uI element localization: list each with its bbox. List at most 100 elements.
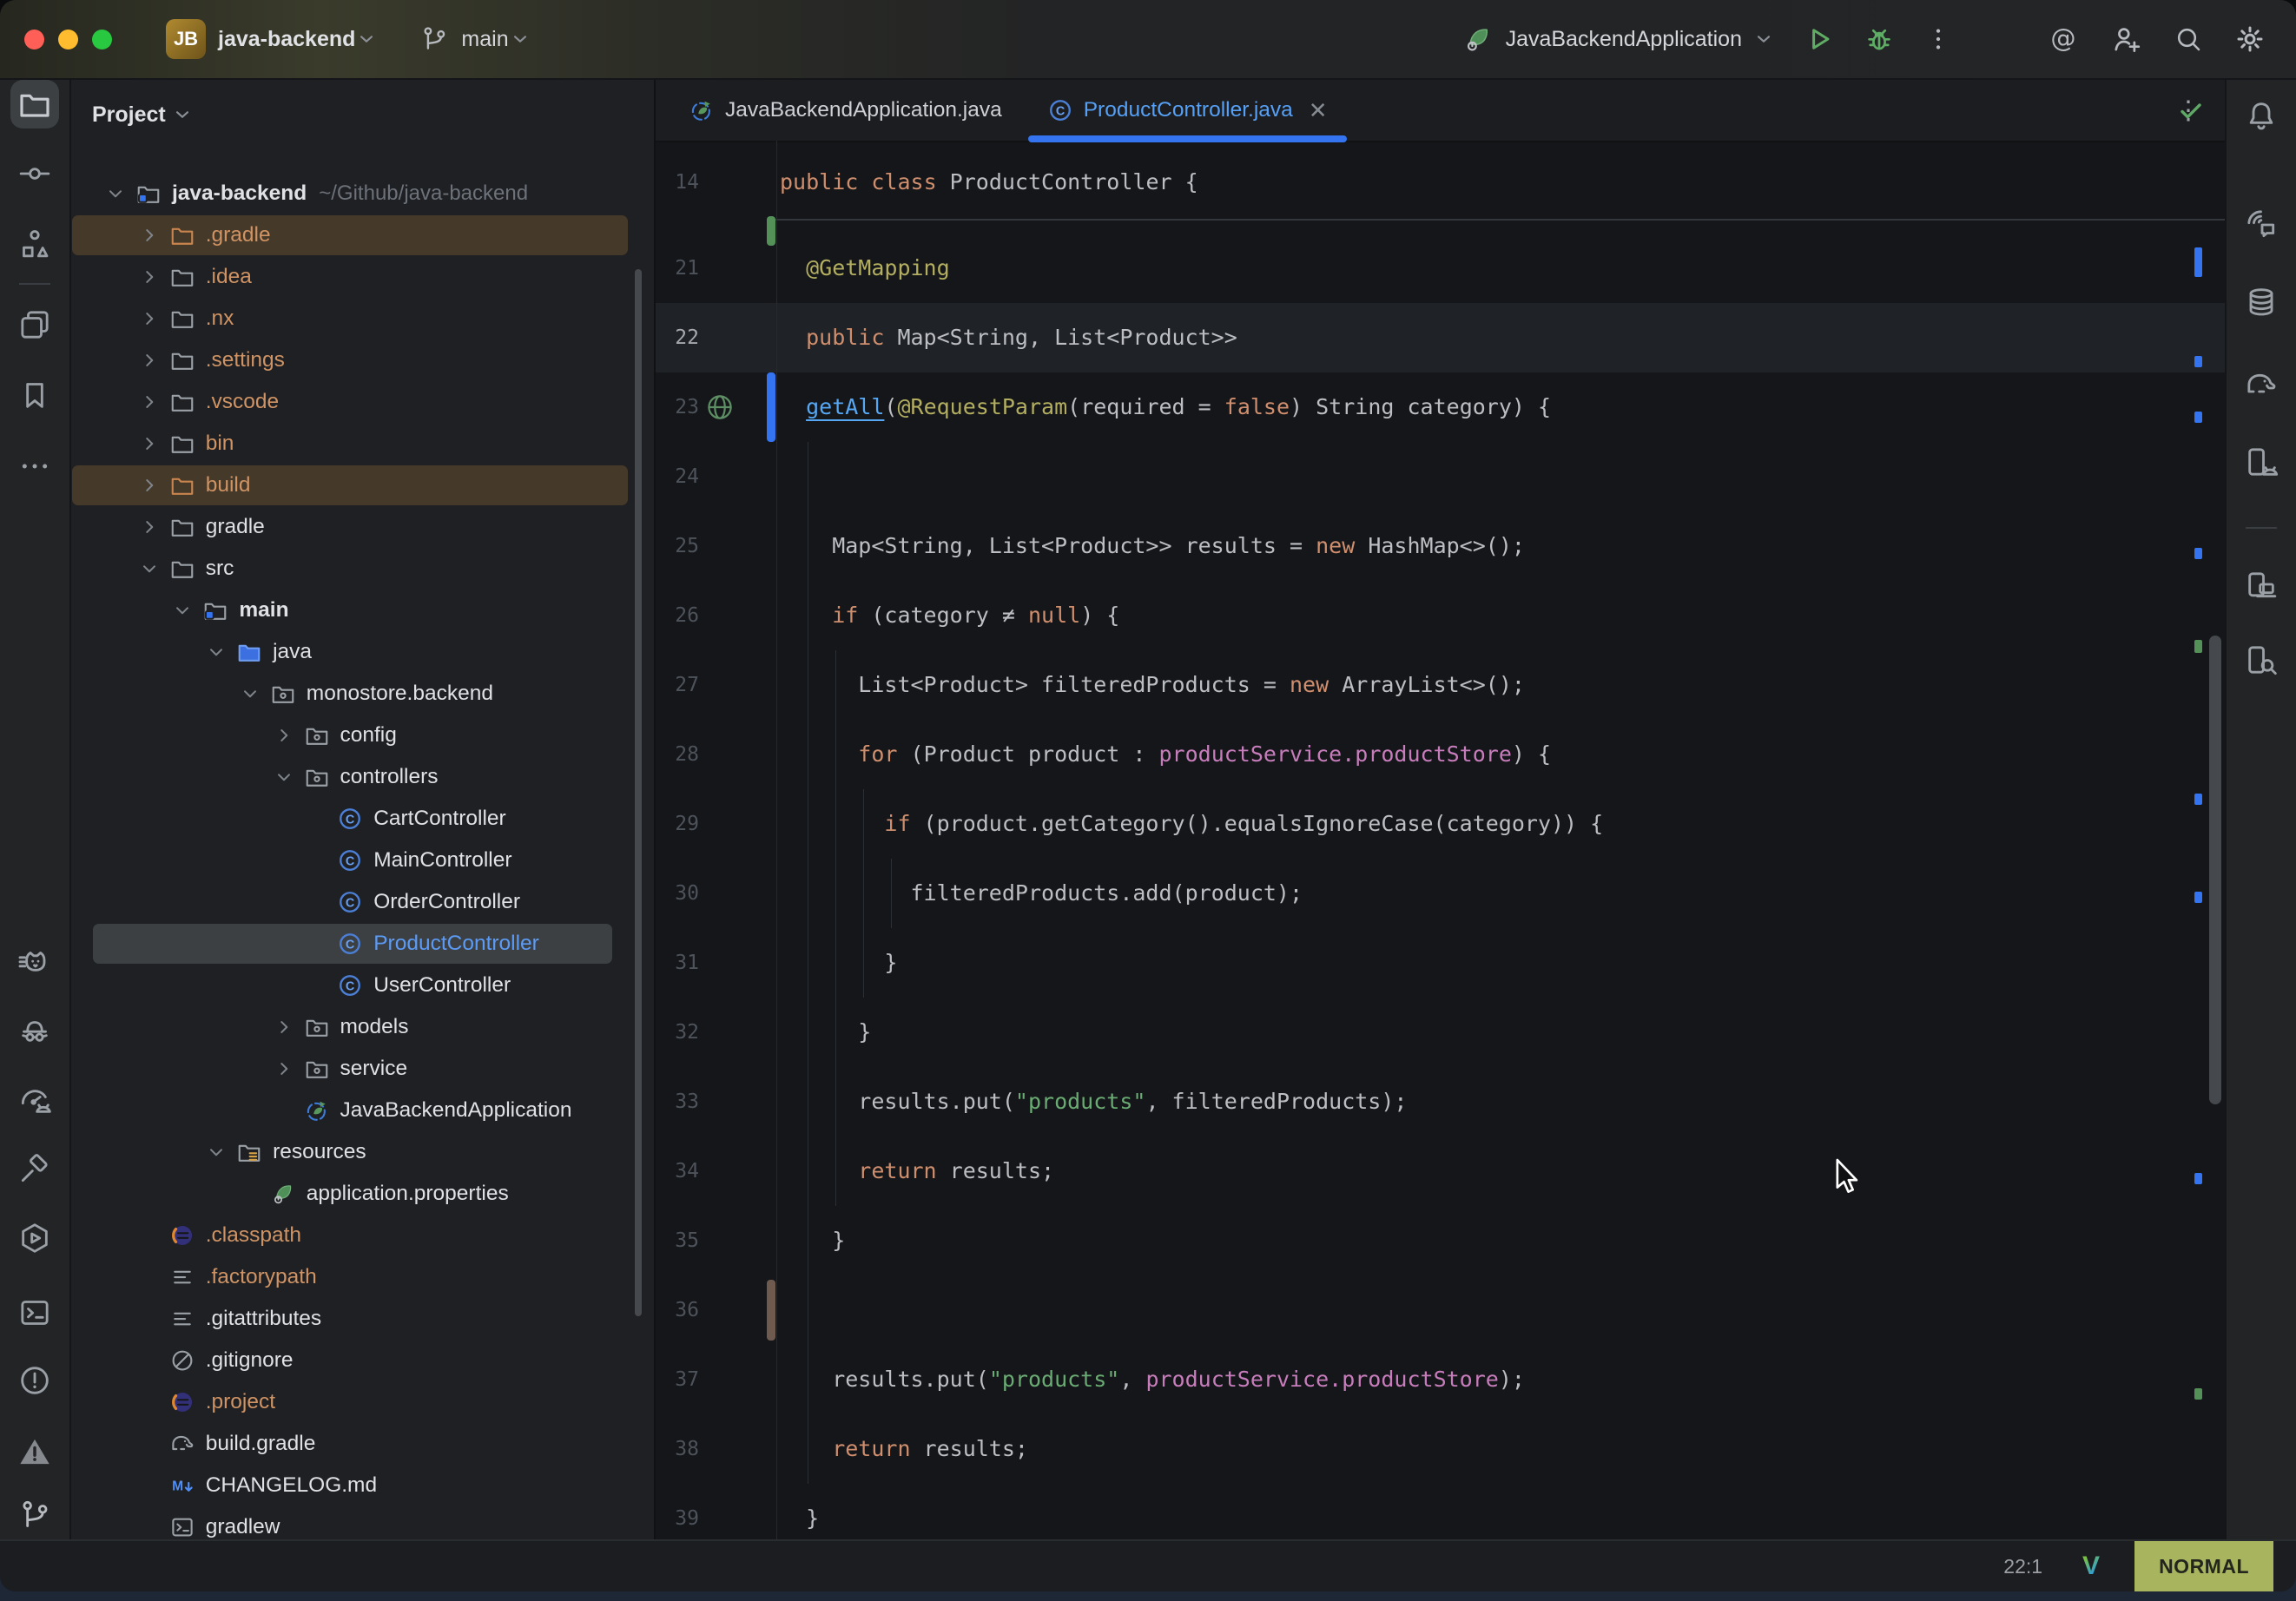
gradle-elephant-icon[interactable] xyxy=(2237,360,2286,409)
tree-chevron-closed-icon[interactable] xyxy=(138,474,161,497)
code-line-37[interactable]: 37results.put("products", productService… xyxy=(656,1345,2225,1414)
terminal-icon[interactable] xyxy=(10,1288,59,1337)
run-configuration[interactable]: JavaBackendApplication xyxy=(1462,23,1775,55)
tree-item--gradle[interactable]: .gradle xyxy=(71,214,654,256)
editor-surface[interactable]: 14public class ProductController {21@Get… xyxy=(656,141,2225,1541)
tree-item--settings[interactable]: .settings xyxy=(71,339,654,381)
code-line-14[interactable]: 14public class ProductController { xyxy=(656,148,2225,217)
line-number[interactable]: 22 xyxy=(656,303,699,372)
tree-item-maincontroller[interactable]: CMainController xyxy=(71,840,654,881)
project-panel-title[interactable]: Project xyxy=(92,102,166,128)
line-number[interactable]: 25 xyxy=(656,511,699,581)
tree-chevron-open-icon[interactable] xyxy=(138,557,161,580)
device-explorer-icon[interactable] xyxy=(2237,636,2286,684)
tree-item-gradle[interactable]: gradle xyxy=(71,506,654,548)
code-line-26[interactable]: 26if (category ≠ null) { xyxy=(656,581,2225,650)
tree-chevron-closed-icon[interactable] xyxy=(138,266,161,288)
tree-chevron-open-icon[interactable] xyxy=(273,766,295,788)
code-line-27[interactable]: 27List<Product> filteredProducts = new A… xyxy=(656,650,2225,720)
stripe-mark-blue[interactable] xyxy=(2194,892,2202,903)
line-number[interactable]: 31 xyxy=(656,928,699,998)
tree-item-java[interactable]: java xyxy=(71,631,654,673)
project-avatar[interactable]: JB xyxy=(166,19,206,59)
device-manager-icon[interactable] xyxy=(2237,562,2286,610)
code-line-34[interactable]: 34return results; xyxy=(656,1137,2225,1206)
git-branch-icon[interactable] xyxy=(10,1491,59,1539)
tree-item-java-backend[interactable]: java-backend~/Github/java-backend xyxy=(71,173,654,214)
tree-item-javabackendapplication[interactable]: JavaBackendApplication xyxy=(71,1090,654,1131)
line-number[interactable]: 39 xyxy=(656,1484,699,1541)
ai-assistant-chat-icon[interactable] xyxy=(2237,200,2286,248)
code-line-22[interactable]: 22public Map<String, List<Product>> xyxy=(656,303,2225,372)
more-actions-button[interactable] xyxy=(1924,25,1952,53)
warning-triangle-icon[interactable] xyxy=(10,1427,59,1476)
stripe-mark-green[interactable] xyxy=(2194,640,2202,653)
zoom-window-button[interactable] xyxy=(92,30,112,49)
services-hexagon-icon[interactable] xyxy=(10,1214,59,1262)
add-user-button[interactable] xyxy=(2110,23,2143,56)
frames-icon[interactable] xyxy=(10,300,59,349)
line-number[interactable]: 30 xyxy=(656,859,699,928)
line-number[interactable]: 38 xyxy=(656,1414,699,1484)
tree-chevron-closed-icon[interactable] xyxy=(138,349,161,372)
ai-mention-icon[interactable]: @ xyxy=(2046,22,2081,56)
tree-chevron-closed-icon[interactable] xyxy=(138,432,161,455)
notifications-bell-icon[interactable] xyxy=(2237,91,2286,140)
line-number[interactable]: 36 xyxy=(656,1275,699,1345)
close-window-button[interactable] xyxy=(24,30,44,49)
tree-item-ordercontroller[interactable]: COrderController xyxy=(71,881,654,923)
tree-item--project[interactable]: .project xyxy=(71,1381,654,1423)
line-number[interactable]: 32 xyxy=(656,998,699,1067)
tree-chevron-closed-icon[interactable] xyxy=(138,307,161,330)
tree-item--gitattributes[interactable]: .gitattributes xyxy=(71,1298,654,1340)
minimize-window-button[interactable] xyxy=(58,30,78,49)
stripe-mark-blue[interactable] xyxy=(2194,247,2202,277)
code-line-39[interactable]: 39} xyxy=(656,1484,2225,1541)
tree-item-gradlew[interactable]: gradlew xyxy=(71,1506,654,1541)
stripe-mark-blue[interactable] xyxy=(2194,794,2202,805)
line-number[interactable]: 27 xyxy=(656,650,699,720)
tree-item-controllers[interactable]: controllers xyxy=(71,756,654,798)
tree-item--idea[interactable]: .idea xyxy=(71,256,654,298)
tree-chevron-closed-icon[interactable] xyxy=(273,724,295,747)
close-tab-button[interactable]: ✕ xyxy=(1309,97,1328,124)
code-line-35[interactable]: 35} xyxy=(656,1206,2225,1275)
line-number[interactable]: 26 xyxy=(656,581,699,650)
line-number[interactable]: 29 xyxy=(656,789,699,859)
tree-chevron-closed-icon[interactable] xyxy=(273,1016,295,1038)
code-line-31[interactable]: 31} xyxy=(656,928,2225,998)
inspections-ok-icon[interactable] xyxy=(2176,96,2206,125)
search-everywhere-button[interactable] xyxy=(2173,23,2204,55)
line-number[interactable]: 33 xyxy=(656,1067,699,1137)
structure-icon[interactable] xyxy=(10,220,59,268)
logcat-cat-icon[interactable] xyxy=(10,937,59,985)
caret-position-widget[interactable]: 22:1 xyxy=(2003,1555,2042,1578)
debug-button[interactable] xyxy=(1864,23,1895,55)
code-line-33[interactable]: 33results.put("products", filteredProduc… xyxy=(656,1067,2225,1137)
branch-menu[interactable]: main xyxy=(461,27,508,52)
tree-item-models[interactable]: models xyxy=(71,1006,654,1048)
editor-tab-productcontroller-java[interactable]: CProductController.java✕ xyxy=(1025,80,1350,141)
code-line-38[interactable]: 38return results; xyxy=(656,1414,2225,1484)
tree-item--vscode[interactable]: .vscode xyxy=(71,381,654,423)
code-line-29[interactable]: 29if (product.getCategory().equalsIgnore… xyxy=(656,789,2225,859)
editor-scrollbar[interactable] xyxy=(2209,636,2221,1104)
tree-chevron-open-icon[interactable] xyxy=(205,1141,228,1163)
tree-chevron-closed-icon[interactable] xyxy=(273,1057,295,1080)
code-line-36[interactable]: 36 xyxy=(656,1275,2225,1345)
settings-button[interactable] xyxy=(2233,23,2266,56)
database-icon[interactable] xyxy=(2237,278,2286,326)
tree-item-changelog-md[interactable]: MCHANGELOG.md xyxy=(71,1465,654,1506)
build-hammer-icon[interactable] xyxy=(10,1144,59,1193)
tree-item-build-gradle[interactable]: build.gradle xyxy=(71,1423,654,1465)
more-horizontal-icon[interactable] xyxy=(10,442,59,491)
code-line-25[interactable]: 25Map<String, List<Product>> results = n… xyxy=(656,511,2225,581)
tree-chevron-open-icon[interactable] xyxy=(239,682,261,705)
stripe-mark-blue[interactable] xyxy=(2194,548,2202,559)
tree-chevron-closed-icon[interactable] xyxy=(138,516,161,538)
code-line-30[interactable]: 30filteredProducts.add(product); xyxy=(656,859,2225,928)
line-number[interactable]: 23 xyxy=(656,372,699,442)
stripe-mark-green[interactable] xyxy=(2194,1388,2202,1400)
code-line-32[interactable]: 32} xyxy=(656,998,2225,1067)
stripe-mark-blue[interactable] xyxy=(2194,412,2202,423)
